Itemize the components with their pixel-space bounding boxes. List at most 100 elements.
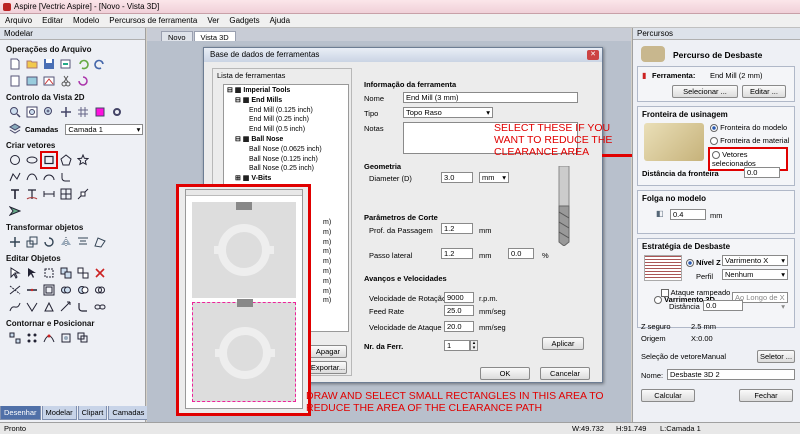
strategy-level-z[interactable]: Nível Z [686,258,721,268]
node-edit-icon[interactable] [25,266,39,280]
menu-gadgets[interactable]: Gadgets [224,14,264,27]
boundary-opt-material[interactable]: Fronteira de material [710,136,789,146]
join-icon[interactable] [25,283,39,297]
grid-icon[interactable] [76,105,90,119]
tab-desenhar[interactable]: Desenhar [0,406,41,420]
new-file-icon[interactable] [8,57,22,71]
array-icon[interactable] [25,331,39,345]
menu-ver[interactable]: Ver [202,14,224,27]
type-select[interactable]: Topo Raso ▾ [403,107,493,118]
spindle-field[interactable]: 9000 [444,292,474,303]
stepover-pct-field[interactable]: 0.0 [508,248,534,259]
circle-tool-icon[interactable] [8,153,22,167]
tree-item[interactable]: Ball Nose (0.25 inch) [227,164,345,174]
boundary-dist-field[interactable]: 0.0 [744,167,780,178]
curve-fit-icon[interactable] [25,300,39,314]
fillet-tool-icon[interactable] [59,170,73,184]
menu-modelo[interactable]: Modelo [68,14,104,27]
scale-icon[interactable] [25,235,39,249]
offset-icon[interactable] [42,283,56,297]
text-tool-icon[interactable] [8,187,22,201]
close-button[interactable]: Fechar [739,389,793,402]
star-tool-icon[interactable] [76,153,90,167]
name-field[interactable]: End Mill (3 mm) [403,92,578,103]
menu-editar[interactable]: Editar [37,14,68,27]
select-tool-button[interactable]: Selecionar ... [672,85,738,98]
extend-icon[interactable] [59,300,73,314]
close-vector-icon[interactable] [42,300,56,314]
subtract-icon[interactable] [76,283,90,297]
intersect-icon[interactable] [93,283,107,297]
undo-icon[interactable] [76,57,90,71]
distort-icon[interactable] [93,235,107,249]
dimension-tool-icon[interactable] [42,187,56,201]
tree-item[interactable]: Ball Nose (0.125 inch) [227,155,345,165]
ramp-dist-field[interactable]: 0.0 [703,300,743,311]
settings-icon[interactable] [110,105,124,119]
smart-smooth-icon[interactable] [8,300,22,314]
tree-group-end-mills[interactable]: ⊟ ▦ End Mills [227,96,345,106]
redo-icon[interactable] [93,57,107,71]
polyline-tool-icon[interactable] [8,170,22,184]
group-icon[interactable] [59,266,73,280]
mirror-icon[interactable] [59,235,73,249]
tree-root[interactable]: ⊟ ▦ Imperial Tools [227,86,345,96]
menu-percursos[interactable]: Percursos de ferramenta [104,14,202,27]
cancel-button[interactable]: Cancelar [540,367,590,380]
close-icon[interactable]: ✕ [587,50,599,60]
align-icon[interactable] [76,235,90,249]
boundary-opt-model[interactable]: Fronteira do modelo [710,123,787,133]
rotate-object-icon[interactable] [42,235,56,249]
zoom-in-icon[interactable] [42,105,56,119]
tab-modelar[interactable]: Modelar [41,406,77,420]
toolpath-name-field[interactable]: Desbaste 3D 2 [667,369,795,380]
plunge-field[interactable]: 20.0 [444,321,474,332]
curve-tool-icon[interactable] [25,170,39,184]
ellipse-tool-icon[interactable] [25,153,39,167]
rotate-icon[interactable] [76,74,90,88]
transform-icon[interactable] [42,266,56,280]
layer-select[interactable]: Camada 1 ▾ [65,123,144,135]
nest-icon[interactable] [8,331,22,345]
import-vector-icon[interactable] [42,74,56,88]
diameter-unit-select[interactable]: mm ▾ [479,172,509,183]
text-arc-tool-icon[interactable] [25,187,39,201]
rectangle-tool-icon[interactable] [40,151,58,169]
ok-button[interactable]: OK [480,367,530,380]
document-icon[interactable] [8,74,22,88]
import-icon[interactable] [59,57,73,71]
trim-icon[interactable] [8,283,22,297]
open-folder-icon[interactable] [25,57,39,71]
tree-item[interactable]: End Mill (0.5 inch) [227,125,345,135]
edit-tool-button[interactable]: Editar ... [742,85,786,98]
move-icon[interactable] [8,235,22,249]
copy-along-icon[interactable] [42,331,56,345]
polygon-tool-icon[interactable] [59,153,73,167]
ungroup-icon[interactable] [76,266,90,280]
node-tool-icon[interactable] [76,187,90,201]
tab-clipart[interactable]: Clipart [77,406,108,420]
link-icon[interactable] [93,300,107,314]
profile-select[interactable]: Nenhum ▾ [722,269,788,280]
import-bitmap-icon[interactable] [25,74,39,88]
diameter-field[interactable]: 3.0 [441,172,473,183]
menu-arquivo[interactable]: Arquivo [0,14,37,27]
zoom-fit-icon[interactable] [25,105,39,119]
fillet-edit-icon[interactable] [76,300,90,314]
delete-icon[interactable] [93,266,107,280]
tree-item[interactable]: End Mill (0.125 inch) [227,106,345,116]
spin-arrows-icon[interactable]: ▴ ▾ [470,340,478,351]
allowance-field[interactable]: 0.4 [670,209,706,220]
tree-group-ball-nose[interactable]: ⊟ ▦ Ball Nose [227,135,345,145]
cut-icon[interactable] [59,74,73,88]
export-button[interactable]: Exportar... [309,361,347,374]
calculate-button[interactable]: Calcular [641,389,695,402]
grid-vector-icon[interactable] [59,187,73,201]
zoom-box-icon[interactable] [8,105,22,119]
save-icon[interactable] [42,57,56,71]
tree-item[interactable]: End Mill (0.25 inch) [227,115,345,125]
draw-tool-icon[interactable] [8,204,22,218]
vector-selector-button[interactable]: Seletor ... [757,350,795,363]
snap-icon[interactable] [93,105,107,119]
weld-icon[interactable] [59,283,73,297]
